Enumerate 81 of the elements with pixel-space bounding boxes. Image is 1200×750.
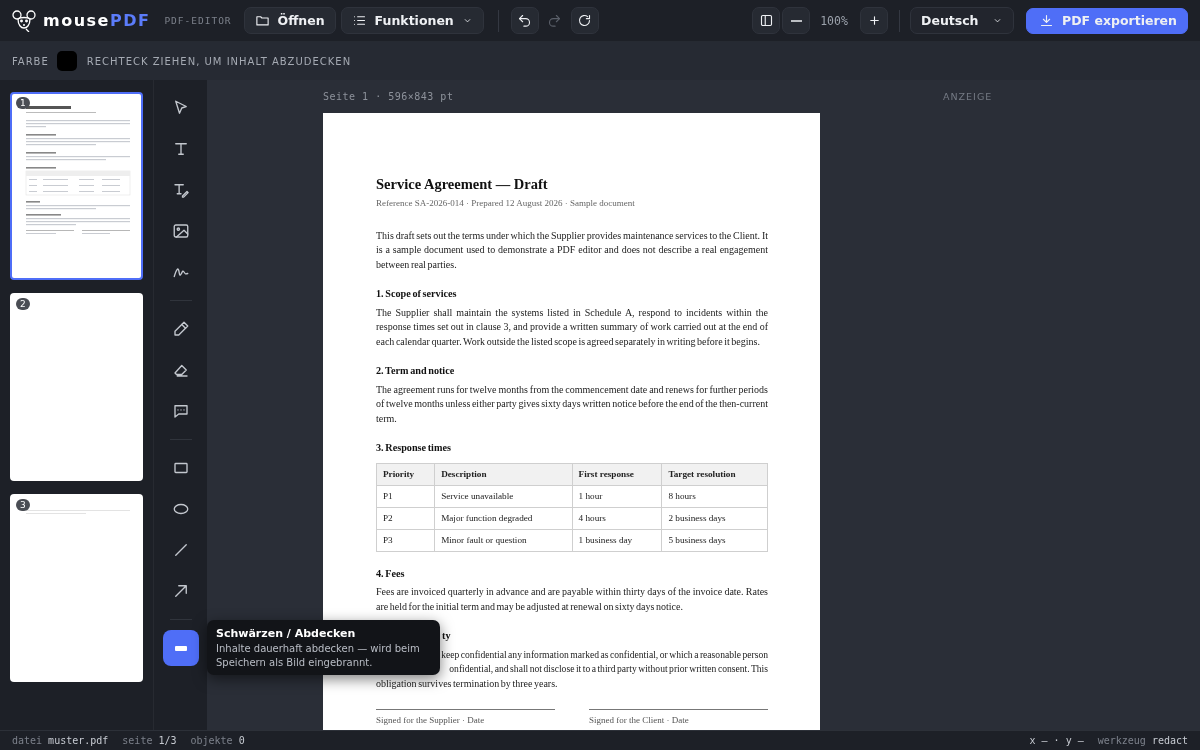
status-value: 0 [238,735,245,746]
document-title: Service Agreement — Draft [376,175,549,193]
table-cell: P1 [376,485,435,507]
tool-button[interactable] [162,630,199,666]
table-cell: P3 [376,529,435,551]
zoom-in-button[interactable] [860,7,889,34]
status-label: datei [12,735,43,746]
comment-icon [171,402,190,420]
page-thumbnail[interactable]: 3 [10,494,143,682]
section-heading: ty [442,630,451,641]
table-header-cell: Priority [376,463,435,485]
tooltip-text: Inhalte dauerhaft abdecken — wird beim Speichern als Bild eingebrannt. [216,642,421,669]
folder-icon [254,13,270,28]
status-value: 1/3 [158,735,177,746]
intro-paragraph: This draft sets out the terms under which the Supplier provides maintenance services to the Client. It is a sample document used to demonstrate a PDF editor and does not describe a real engagement between real parties. [376,228,768,272]
section-heading: 2. Term and notice [376,364,456,378]
status-value: muster.pdf [48,735,109,746]
page-label: Seite 1 · 596×843 pt [323,90,455,104]
section-paragraph: The agreement runs for twelve months from the commencement date and renews for further periods of twelve months unless either party gives sixty days written notice before the end of the then-current term. [376,382,768,426]
table-cell: Service unavailable [434,485,573,507]
table-cell: 8 hours [661,485,768,507]
color-label: FARBE [12,55,49,67]
table-cell: 1 business day [572,529,662,551]
table-cell: P2 [376,507,435,529]
cursor-coordinates: x — · y — [1029,735,1084,746]
table-cell: 4 hours [572,507,662,529]
section-heading: 1. Scope of services [376,287,458,301]
section-paragraph: The Supplier shall maintain the systems listed in Schedule A, respond to incidents within the response times set out in clause 3, and provide a written summary of work carried out at the end of each calendar quarter. Work outside the listed scope is agreed separately in writing before it begins. [376,305,768,349]
zoom-out-button[interactable] [782,7,811,34]
app-subtitle: PDF-EDITOR [164,15,232,26]
table-cell: Major function degraded [434,507,573,529]
table-cell: Minor fault or question [434,529,573,551]
table-cell: 2 business days [661,507,768,529]
section-heading: 3. Response times [376,441,452,455]
page-thumbnail[interactable]: 2 [10,293,143,481]
tooltip-title: Schwärzen / Abdecken [216,626,357,641]
zoom-level: 100% [819,13,849,28]
image-icon [171,222,190,240]
functions-menu-button[interactable]: Funktionen [340,7,484,34]
page-number-badge: 2 [16,298,30,310]
app-logo: mousePDF [43,11,151,30]
color-swatch[interactable] [56,51,77,71]
language-select[interactable]: Deutsch [910,7,1015,34]
table-header-cell: Description [434,463,573,485]
page-number-badge: 1 [16,97,30,109]
status-label: objekte [190,735,233,746]
section-paragraph: Fees are invoiced quarterly in advance and are payable within thirty days of the invoice date. Rates are held for the initial term and may be adjusted at renewal on sixty days notice. [376,585,768,614]
sidebar-toggle-button[interactable] [752,7,781,34]
table-header-cell: First response [572,463,662,485]
signature-label: Signed for the Client · Date [589,715,689,725]
status-label: seite [122,735,153,746]
redo-icon [547,13,563,28]
list-icon [351,13,367,28]
page-number-badge: 3 [16,499,30,511]
section-heading: 4. Fees [376,566,406,581]
text-pen-icon [171,181,190,199]
status-label: werkzeug [1097,735,1146,746]
page-thumbnail[interactable]: 1 [10,92,143,280]
tool-hint: RECHTECK ZIEHEN, UM INHALT ABZUDECKEN [86,55,352,67]
redact-icon [174,645,187,651]
export-button[interactable]: PDF exportieren [1026,7,1188,34]
reload-button[interactable] [570,7,599,34]
minus-icon [790,19,802,22]
sidebar-icon [758,13,774,28]
undo-button[interactable] [510,7,539,34]
pencil-icon [171,320,190,338]
open-button[interactable]: Öffnen [243,7,336,34]
paragraph-line: keep confidential any information marked as confidential, or which a reasonable person [441,648,768,660]
table-cell: 5 business days [661,529,768,551]
table-cell: 1 hour [572,485,662,507]
table-header-cell: Target resolution [661,463,768,485]
reload-icon [577,13,593,28]
panel-label: ANZEIGE [943,90,993,104]
signature-label: Signed for the Supplier · Date [376,715,485,725]
undo-icon [517,13,533,28]
mouse-logo-icon [12,9,36,32]
paragraph-line: onfidential, and shall not disclose it to a third party without prior written consent. This [449,663,768,674]
download-icon [1039,13,1055,28]
document-meta: Reference SA-2026-014 · Prepared 12 August 2026 · Sample document [376,197,636,210]
paragraph-line: obligation survives termination by three years. [376,677,558,689]
status-value: redact [1151,735,1188,746]
